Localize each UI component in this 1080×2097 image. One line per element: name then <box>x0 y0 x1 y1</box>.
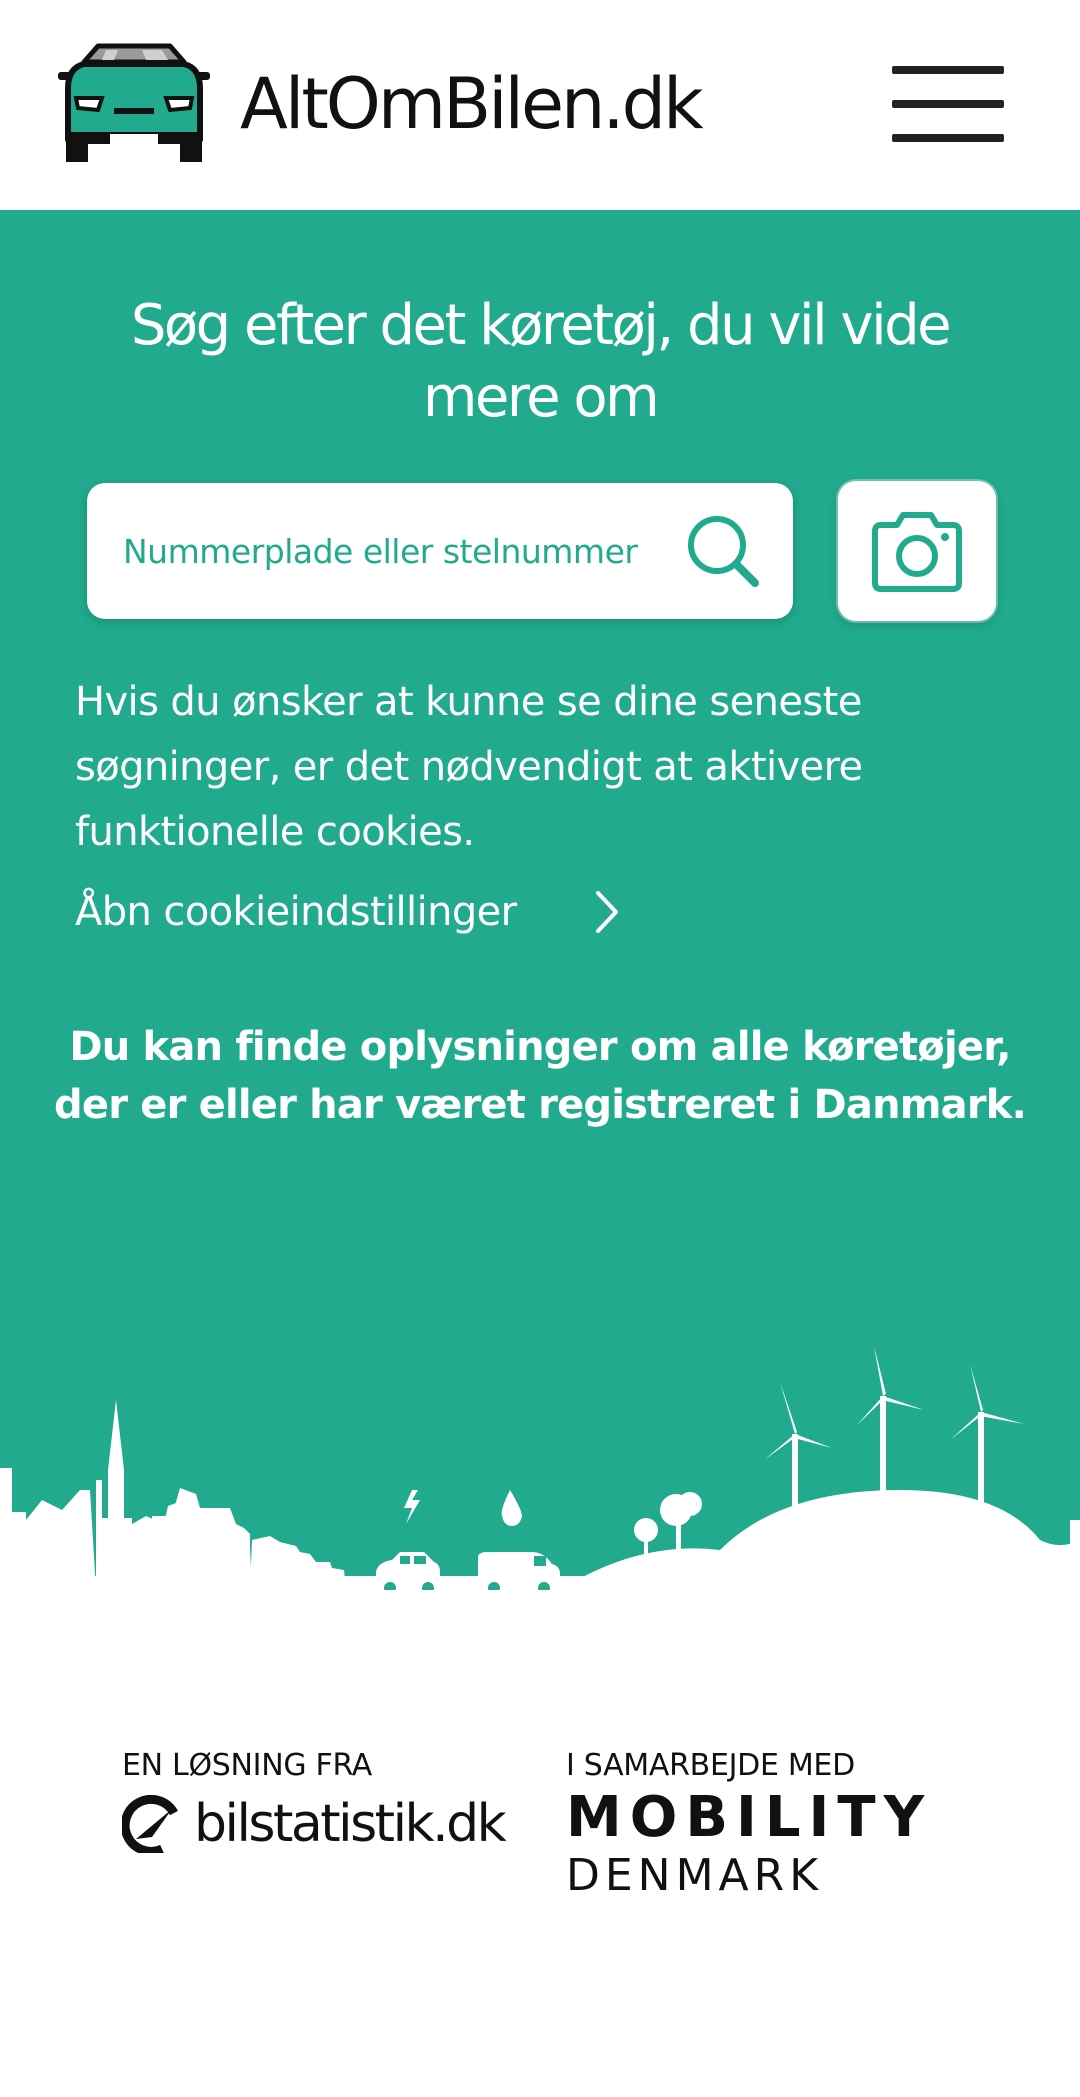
partners-footer: EN LØSNING FRA bilstatistik.dk I SAMARBE… <box>0 1590 1080 2097</box>
speedometer-icon <box>122 1795 178 1853</box>
partner-label-solution: EN LØSNING FRA <box>122 1748 373 1783</box>
search-icon[interactable] <box>681 509 767 595</box>
camera-icon <box>872 512 962 592</box>
site-logo[interactable]: AltOmBilen.dk <box>58 42 704 166</box>
search-input[interactable] <box>121 517 681 585</box>
partner-label-collaboration: I SAMARBEJDE MED <box>566 1748 855 1783</box>
hamburger-menu-icon[interactable] <box>892 66 1004 142</box>
hero-title: Søg efter det køretøj, du vil vide mere … <box>130 293 952 430</box>
city-skyline-illustration <box>0 1346 1080 1590</box>
hero-section: Søg efter det køretøj, du vil vide mere … <box>0 210 1080 1590</box>
logo-text: AltOmBilen.dk <box>240 63 704 145</box>
cookie-settings-label: Åbn cookieindstillinger <box>75 889 517 935</box>
camera-search-button[interactable] <box>838 481 996 621</box>
mobility-denmark-logo[interactable]: MOBILITY DENMARK <box>566 1790 932 1898</box>
bilstatistik-text: bilstatistik.dk <box>194 1794 507 1854</box>
chevron-right-icon <box>596 891 619 933</box>
cookie-notice: Hvis du ønsker at kunne se dine seneste … <box>75 679 863 855</box>
search-box <box>87 483 793 619</box>
cookie-settings-link[interactable]: Åbn cookieindstillinger <box>75 882 622 942</box>
menu-bar <box>892 100 1004 108</box>
menu-bar <box>892 66 1004 74</box>
car-front-icon <box>58 43 210 162</box>
menu-bar <box>892 134 1004 142</box>
mobility-text: MOBILITY <box>566 1785 933 1850</box>
site-header: AltOmBilen.dk <box>0 0 1080 210</box>
bilstatistik-logo[interactable]: bilstatistik.dk <box>122 1794 507 1854</box>
info-text: Du kan finde oplysninger om alle køretøj… <box>54 1024 1027 1128</box>
denmark-text: DENMARK <box>566 1850 824 1901</box>
